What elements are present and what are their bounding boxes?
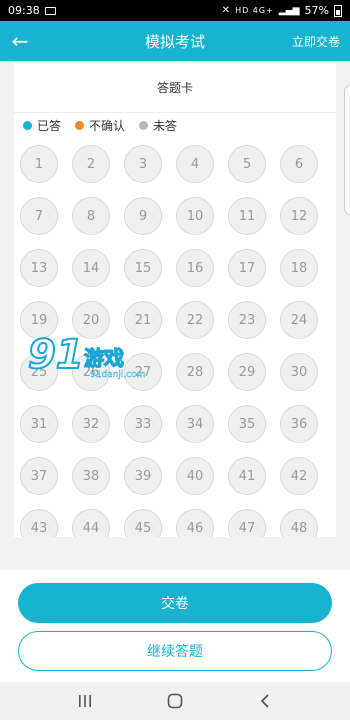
question-number-button[interactable]: 6 (280, 145, 318, 183)
question-number-button[interactable]: 3 (124, 145, 162, 183)
question-number-button[interactable]: 45 (124, 509, 162, 537)
question-number-button[interactable]: 29 (228, 353, 266, 391)
question-number-button[interactable]: 38 (72, 457, 110, 495)
mute-icon: ✕ (221, 5, 231, 16)
app-header: ← 模拟考试 立即交卷 (0, 21, 350, 61)
question-number-button[interactable]: 15 (124, 249, 162, 287)
question-number-button[interactable]: 14 (72, 249, 110, 287)
system-nav-bar (0, 682, 350, 720)
legend-dot (75, 120, 85, 130)
battery-text: 57% (304, 4, 329, 17)
question-number-button[interactable]: 26 (72, 353, 110, 391)
question-number-button[interactable]: 11 (228, 197, 266, 235)
question-number-button[interactable]: 46 (176, 509, 214, 537)
question-number-button[interactable]: 25 (20, 353, 58, 391)
page-title: 模拟考试 (144, 32, 205, 51)
question-number-button[interactable]: 30 (280, 353, 318, 391)
question-number-button[interactable]: 37 (20, 457, 58, 495)
question-number-button[interactable]: 18 (280, 249, 318, 287)
network-indicator: HD 4G+ (235, 6, 274, 15)
question-number-button[interactable]: 44 (72, 509, 110, 537)
recents-icon[interactable] (65, 686, 105, 716)
question-number-button[interactable]: 17 (228, 249, 266, 287)
question-number-button[interactable]: 9 (124, 197, 162, 235)
question-number-button[interactable]: 23 (228, 301, 266, 339)
answer-card: 答题卡 已答 不确认 未答 1 2 3 4 5 6 7 8 9 10 11 12 13 14 15 16 17 18 1… (14, 63, 336, 537)
question-number-button[interactable]: 34 (176, 405, 214, 443)
legend-label: 已答 (37, 118, 62, 133)
home-icon[interactable] (155, 686, 195, 716)
question-number-button[interactable]: 33 (124, 405, 162, 443)
status-bar: 09:38 ✕ HD 4G+ ▂▄▆ 57% (0, 0, 350, 21)
question-number-button[interactable]: 5 (228, 145, 266, 183)
bottom-action-panel: 交卷 继续答题 (0, 570, 350, 682)
question-number-button[interactable]: 8 (72, 197, 110, 235)
legend-item: 已答 (23, 117, 61, 134)
question-number-button[interactable]: 42 (280, 457, 318, 495)
question-number-button[interactable]: 39 (124, 457, 162, 495)
question-number-button[interactable]: 16 (176, 249, 214, 287)
answer-card-title: 答题卡 (14, 63, 336, 113)
legend: 已答 不确认 未答 (14, 113, 336, 137)
question-number-button[interactable]: 48 (280, 509, 318, 537)
question-number-button[interactable]: 27 (124, 353, 162, 391)
question-number-button[interactable]: 13 (20, 249, 58, 287)
question-number-button[interactable]: 19 (20, 301, 58, 339)
submit-button[interactable]: 交卷 (18, 583, 332, 623)
legend-dot (139, 120, 149, 130)
side-panel-handle[interactable] (344, 85, 350, 215)
question-number-button[interactable]: 10 (176, 197, 214, 235)
question-number-button[interactable]: 24 (280, 301, 318, 339)
question-number-button[interactable]: 36 (280, 405, 318, 443)
legend-dot (23, 120, 32, 130)
question-number-button[interactable]: 2 (72, 145, 110, 183)
gallery-notification-icon (44, 6, 56, 15)
legend-item: 未答 (139, 117, 177, 134)
question-grid: 1 2 3 4 5 6 7 8 9 10 11 12 13 14 15 16 17 18 19 20 21 22 23 24 2… (20, 145, 330, 537)
question-number-button[interactable]: 4 (176, 145, 214, 183)
legend-label: 未答 (153, 118, 178, 133)
question-number-button[interactable]: 43 (20, 509, 58, 537)
question-number-button[interactable]: 1 (20, 145, 58, 183)
submit-now-button[interactable]: 立即交卷 (292, 33, 340, 50)
back-icon[interactable] (245, 686, 285, 716)
question-number-button[interactable]: 12 (280, 197, 318, 235)
question-number-button[interactable]: 22 (176, 301, 214, 339)
question-number-button[interactable]: 32 (72, 405, 110, 443)
question-number-button[interactable]: 41 (228, 457, 266, 495)
battery-icon (334, 4, 342, 17)
signal-icon: ▂▄▆ (278, 5, 300, 16)
legend-item: 不确认 (75, 117, 125, 134)
question-number-button[interactable]: 40 (176, 457, 214, 495)
question-number-button[interactable]: 28 (176, 353, 214, 391)
question-number-button[interactable]: 31 (20, 405, 58, 443)
question-number-button[interactable]: 20 (72, 301, 110, 339)
question-number-button[interactable]: 47 (228, 509, 266, 537)
arrow-left-icon[interactable]: ← (6, 27, 34, 55)
status-time: 09:38 (8, 4, 40, 17)
question-number-button[interactable]: 35 (228, 405, 266, 443)
legend-label: 不确认 (89, 118, 126, 133)
continue-answering-button[interactable]: 继续答题 (18, 631, 332, 671)
question-number-button[interactable]: 21 (124, 301, 162, 339)
question-number-button[interactable]: 7 (20, 197, 58, 235)
